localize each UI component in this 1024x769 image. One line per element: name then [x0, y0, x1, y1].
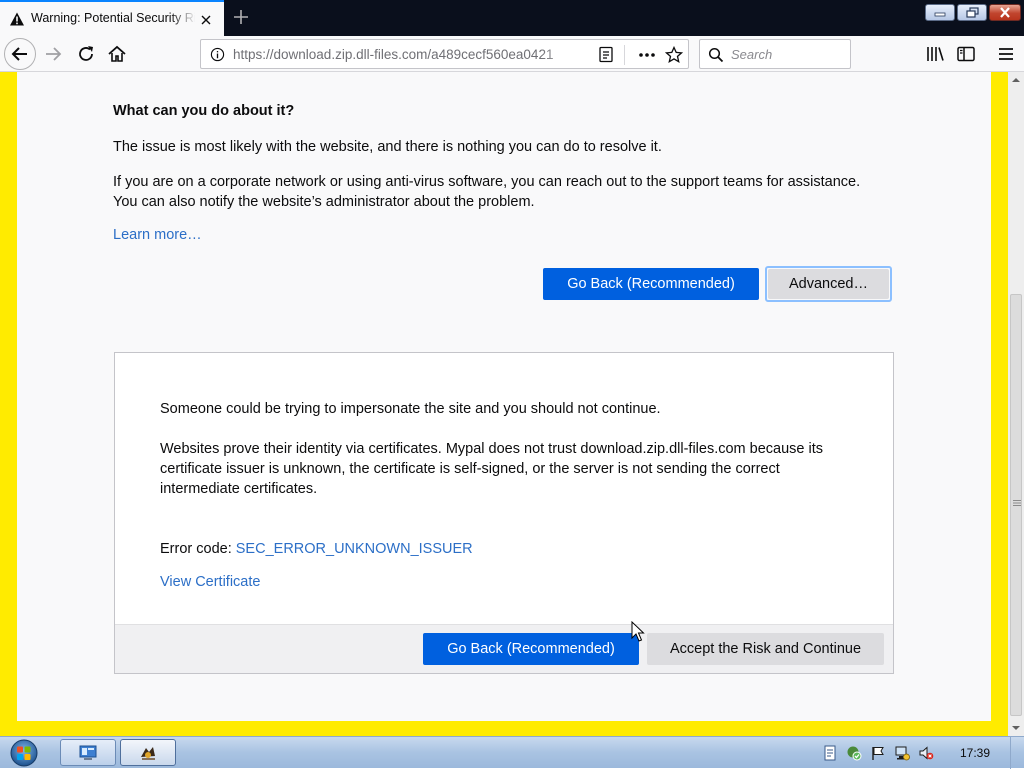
certificate-description-line-1: Websites prove their identity via certif…	[160, 441, 824, 457]
corporate-network-line-2: You can also notify the website’s admini…	[113, 194, 535, 210]
error-code-link[interactable]: SEC_ERROR_UNKNOWN_ISSUER	[236, 541, 473, 557]
taskbar-clock[interactable]: 17:39	[960, 746, 990, 760]
vertical-scrollbar[interactable]	[1008, 72, 1024, 736]
reload-icon[interactable]	[75, 43, 97, 65]
corporate-network-line-1: If you are on a corporate network or usi…	[113, 174, 861, 190]
address-bar[interactable]: https://download.zip.dll-files.com/a489c…	[200, 39, 689, 69]
warning-icon	[10, 12, 24, 26]
certificate-description-line-2: certificate issuer is unknown, the certi…	[160, 461, 780, 477]
search-bar[interactable]: Search	[699, 39, 851, 69]
tray-security-icon[interactable]	[846, 745, 862, 761]
url-divider	[624, 45, 625, 65]
impersonate-warning: Someone could be trying to impersonate t…	[160, 401, 661, 417]
advanced-button[interactable]: Advanced…	[768, 269, 889, 299]
restore-icon	[966, 7, 979, 18]
scroll-up-arrow-icon[interactable]	[1008, 72, 1024, 88]
scrollbar-thumb[interactable]	[1010, 294, 1022, 716]
restore-button[interactable]	[957, 4, 987, 21]
url-fade	[541, 42, 591, 66]
hamburger-menu-icon[interactable]	[995, 43, 1017, 65]
tab-title-fade	[170, 8, 196, 30]
bookmark-star-icon[interactable]	[665, 46, 683, 64]
issue-paragraph: The issue is most likely with the websit…	[113, 139, 662, 155]
library-icon[interactable]	[924, 43, 946, 65]
page-actions-icon[interactable]	[637, 47, 657, 63]
site-info-icon[interactable]	[210, 47, 225, 62]
tray-action-center-flag-icon[interactable]	[870, 745, 886, 761]
tab-close-icon[interactable]	[198, 12, 214, 28]
error-code-row: Error code: SEC_ERROR_UNKNOWN_ISSUER	[160, 539, 473, 559]
go-back-button-top[interactable]: Go Back (Recommended)	[543, 268, 759, 300]
taskbar-control-panel-button[interactable]	[60, 739, 116, 766]
tray-network-icon[interactable]	[894, 745, 910, 761]
home-icon[interactable]	[106, 43, 128, 65]
view-certificate-link[interactable]: View Certificate	[160, 574, 260, 590]
scroll-down-arrow-icon[interactable]	[1008, 720, 1024, 736]
certificate-description-line-3: intermediate certificates.	[160, 481, 318, 497]
search-icon	[708, 47, 724, 63]
error-code-label: Error code:	[160, 541, 232, 557]
mouse-cursor-icon	[631, 621, 645, 642]
taskbar-mypal-browser-button[interactable]	[120, 739, 176, 766]
accept-risk-button[interactable]: Accept the Risk and Continue	[647, 633, 884, 665]
go-back-button-bottom[interactable]: Go Back (Recommended)	[423, 633, 639, 665]
url-text: https://download.zip.dll-files.com/a489c…	[233, 47, 554, 62]
corporate-network-paragraph: If you are on a corporate network or usi…	[113, 172, 860, 212]
search-placeholder: Search	[731, 47, 773, 62]
tab-active[interactable]: Warning: Potential Security Risk	[0, 0, 224, 36]
mypal-browser-icon	[141, 747, 155, 760]
advanced-panel: Someone could be trying to impersonate t…	[114, 352, 894, 674]
scroll-grip-icon	[1013, 500, 1021, 506]
sidebar-toggle-icon[interactable]	[955, 43, 977, 65]
show-desktop-button[interactable]	[1010, 737, 1024, 769]
minimize-icon	[934, 12, 946, 17]
start-button-icon[interactable]	[4, 738, 44, 768]
learn-more-link[interactable]: Learn more…	[113, 227, 202, 243]
close-window-button[interactable]	[989, 4, 1021, 21]
reader-view-icon[interactable]	[598, 46, 614, 63]
tab-strip: Warning: Potential Security Risk	[0, 0, 1024, 36]
minimize-button[interactable]	[925, 4, 955, 21]
certificate-description: Websites prove their identity via certif…	[160, 439, 823, 499]
tray-volume-muted-icon[interactable]	[918, 745, 934, 761]
back-button[interactable]	[4, 38, 36, 70]
new-tab-plus-icon[interactable]	[230, 6, 252, 28]
close-window-icon	[1000, 7, 1010, 18]
back-arrow-icon	[11, 47, 27, 61]
navigation-toolbar: https://download.zip.dll-files.com/a489c…	[0, 36, 1024, 72]
control-panel-icon	[79, 745, 97, 760]
tray-document-icon[interactable]	[822, 745, 838, 761]
advanced-panel-footer: Go Back (Recommended) Accept the Risk an…	[115, 624, 893, 673]
windows-taskbar: 17:39	[0, 736, 1024, 769]
forward-arrow-icon[interactable]	[42, 43, 64, 65]
what-can-you-do-heading: What can you do about it?	[113, 103, 295, 119]
